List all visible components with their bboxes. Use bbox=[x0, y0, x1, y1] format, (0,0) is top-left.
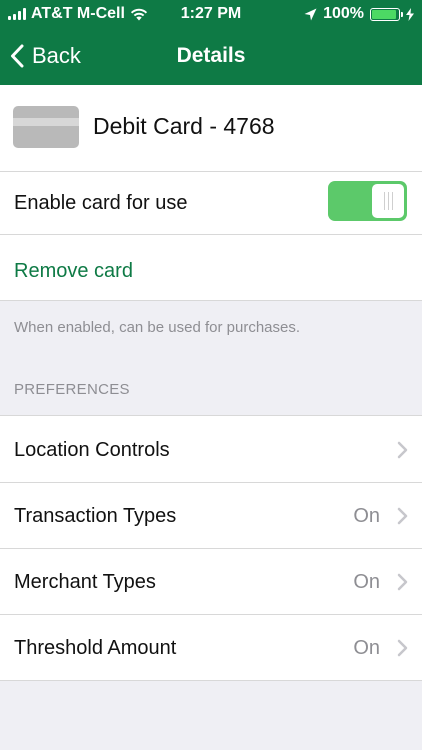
status-right: 100% bbox=[304, 5, 414, 23]
pref-merchant-types[interactable]: Merchant Types On bbox=[0, 548, 422, 614]
card-name: Debit Card - 4768 bbox=[93, 113, 275, 139]
divider bbox=[0, 614, 422, 615]
credit-card-icon bbox=[13, 106, 79, 148]
enable-card-row: Enable card for use bbox=[0, 171, 422, 235]
chevron-right-icon bbox=[397, 573, 408, 591]
help-text: When enabled, can be used for purchases. bbox=[14, 319, 301, 336]
preferences-list: Location Controls Transaction Types On M… bbox=[0, 415, 422, 681]
remove-card-row[interactable]: Remove card bbox=[0, 235, 422, 301]
enable-card-label: Enable card for use bbox=[14, 192, 188, 214]
pref-value: On bbox=[353, 571, 380, 593]
preferences-header: PREFERENCES bbox=[14, 381, 130, 398]
pref-value: On bbox=[353, 505, 380, 527]
pref-label: Location Controls bbox=[14, 439, 170, 461]
status-bar: AT&T M-Cell 1:27 PM 100% bbox=[0, 0, 422, 30]
pref-location-controls[interactable]: Location Controls bbox=[0, 416, 422, 482]
battery-percent: 100% bbox=[323, 5, 364, 22]
page-title: Details bbox=[176, 44, 246, 67]
pref-label: Threshold Amount bbox=[14, 637, 177, 659]
chevron-right-icon bbox=[397, 507, 408, 525]
location-arrow-icon bbox=[304, 8, 317, 20]
pref-label: Transaction Types bbox=[14, 505, 177, 527]
pref-threshold-amount[interactable]: Threshold Amount On bbox=[0, 614, 422, 680]
card-summary: Debit Card - 4768 bbox=[0, 85, 422, 171]
charging-bolt-icon bbox=[406, 7, 414, 21]
battery-fill bbox=[372, 9, 396, 19]
chevron-right-icon bbox=[397, 639, 408, 657]
divider bbox=[0, 548, 422, 549]
pref-label: Merchant Types bbox=[14, 571, 156, 593]
pref-transaction-types[interactable]: Transaction Types On bbox=[0, 482, 422, 548]
remove-card-button[interactable]: Remove card bbox=[14, 260, 133, 283]
battery-icon bbox=[370, 7, 403, 21]
chevron-right-icon bbox=[397, 441, 408, 459]
divider bbox=[0, 482, 422, 483]
enable-card-toggle[interactable] bbox=[328, 181, 407, 221]
pref-value: On bbox=[353, 637, 380, 659]
toggle-knob bbox=[372, 184, 404, 218]
app-header: AT&T M-Cell 1:27 PM 100% Back Details bbox=[0, 0, 422, 85]
